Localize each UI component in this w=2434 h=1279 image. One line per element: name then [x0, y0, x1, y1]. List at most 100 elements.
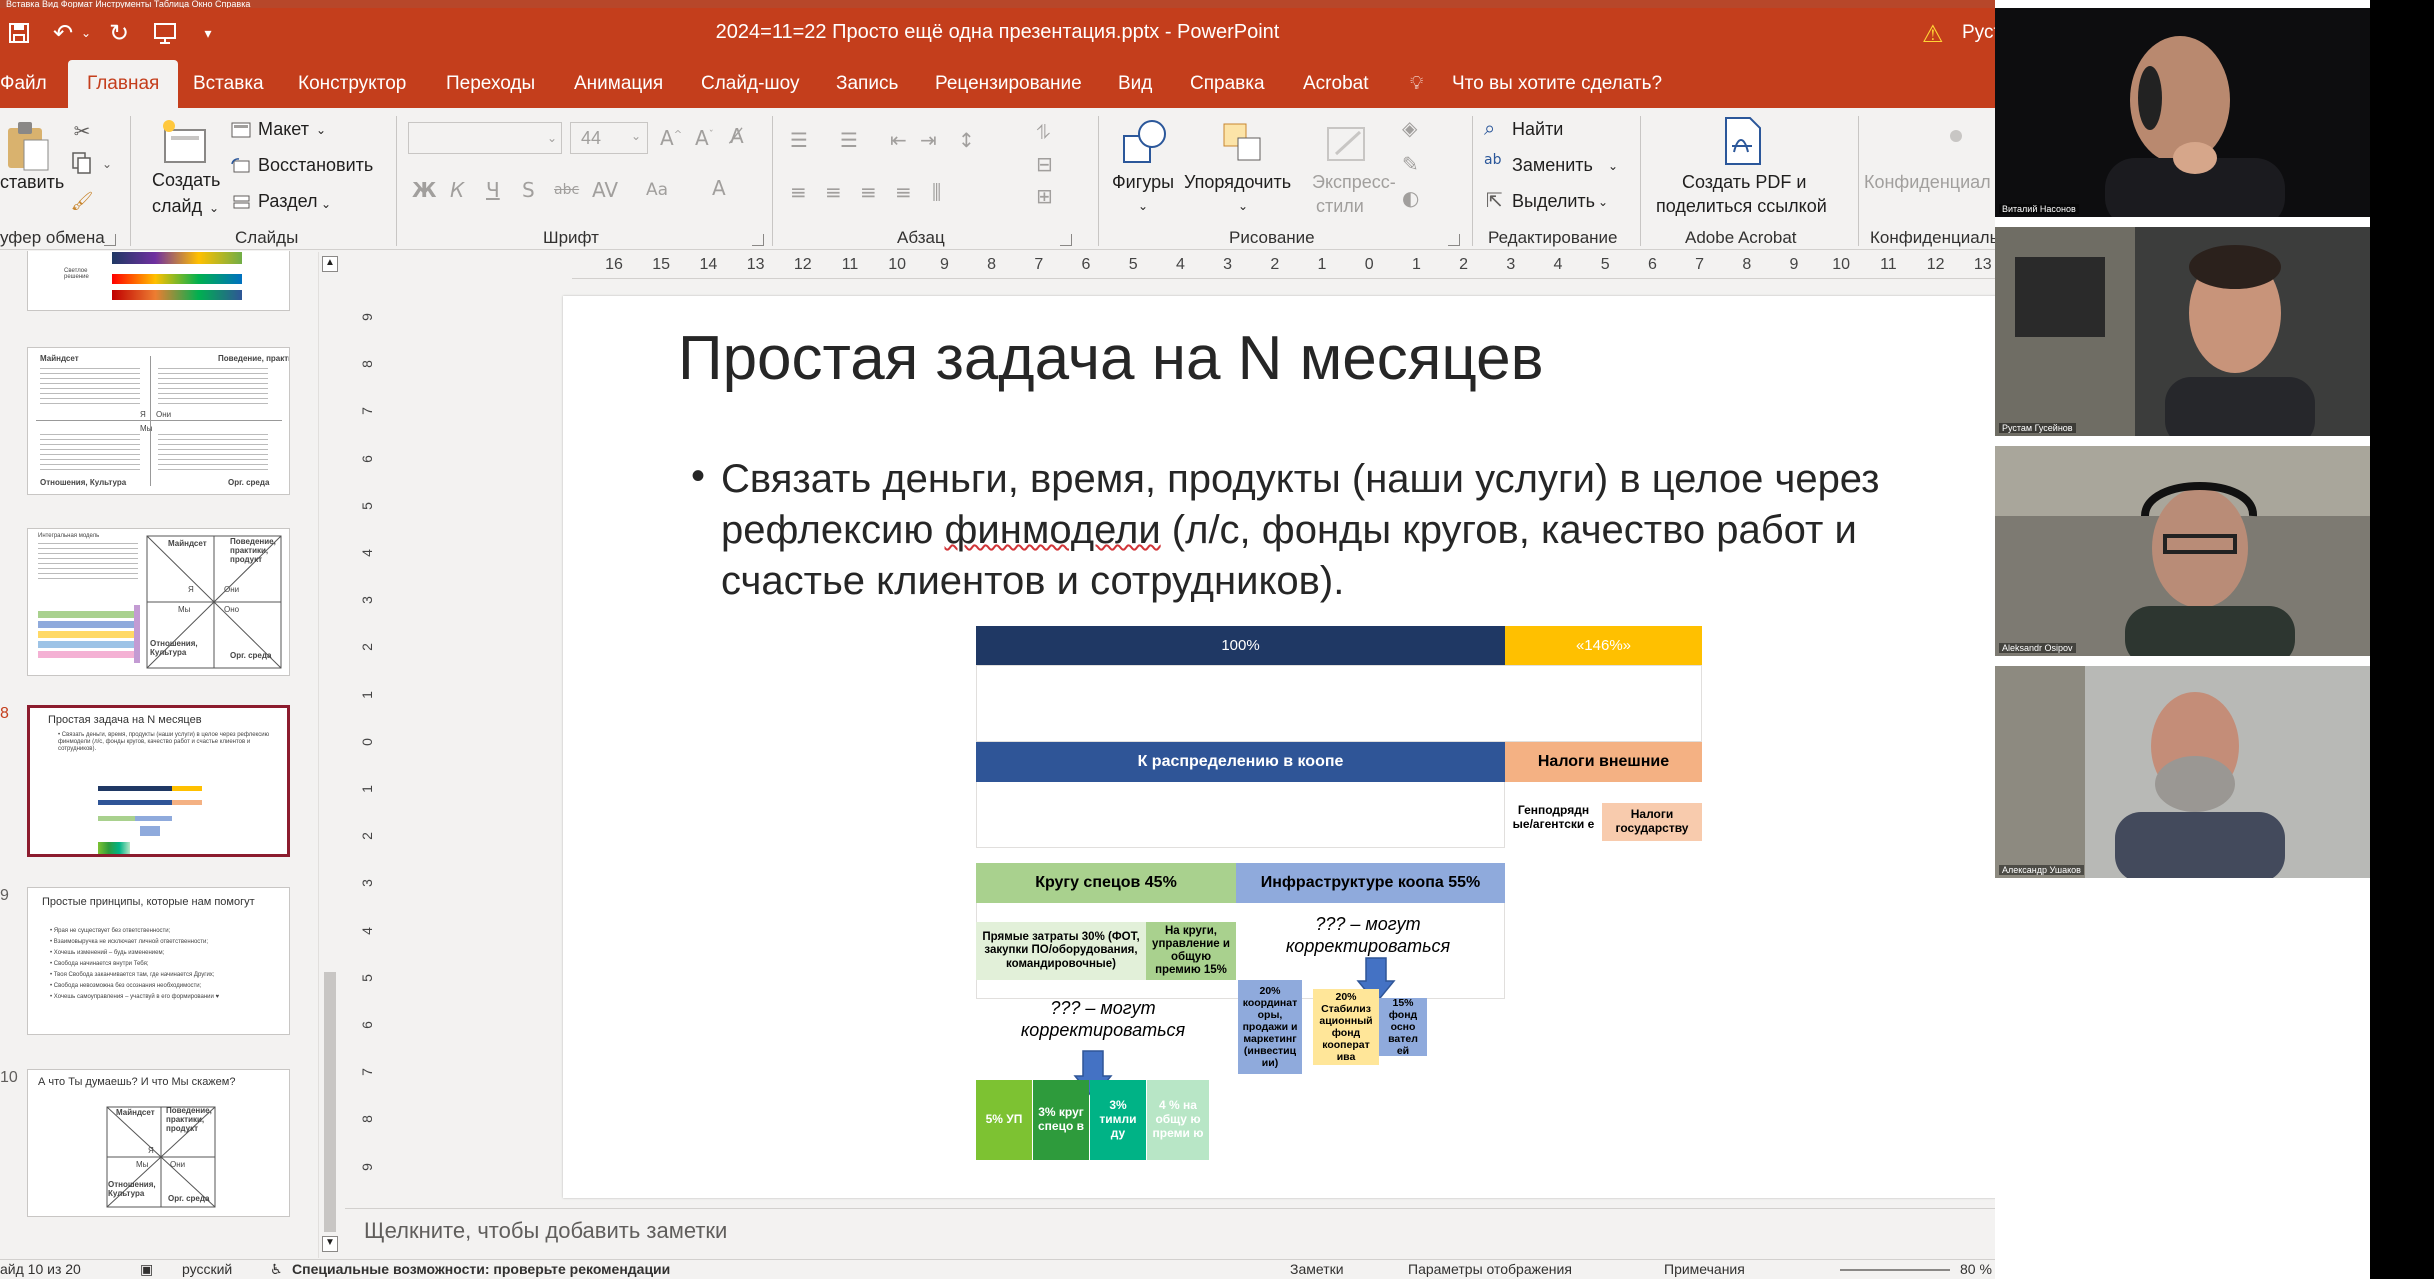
- notes-toggle[interactable]: Заметки: [1290, 1261, 1344, 1277]
- paragraph-launcher-icon[interactable]: [1060, 234, 1072, 246]
- clipboard-launcher-icon[interactable]: [104, 234, 116, 246]
- slide-bullet-text[interactable]: Связать деньги, время, продукты (наши ус…: [687, 454, 1987, 607]
- drawing-launcher-icon[interactable]: [1448, 234, 1460, 246]
- notes-placeholder[interactable]: Щелкните, чтобы добавить заметки: [364, 1218, 727, 1244]
- shape-fill-icon[interactable]: ◈: [1402, 116, 1417, 140]
- font-family-input[interactable]: [408, 122, 562, 154]
- warning-icon[interactable]: ⚠: [1922, 20, 1944, 49]
- tab-insert[interactable]: Вставка: [193, 60, 264, 108]
- scroll-up-icon[interactable]: ▲: [322, 256, 338, 272]
- slide-thumbnail[interactable]: Светлое решение: [27, 251, 290, 311]
- spellcheck-icon[interactable]: ▣: [140, 1261, 153, 1278]
- font-color-icon[interactable]: A: [712, 176, 726, 200]
- tab-transitions[interactable]: Переходы: [446, 60, 535, 108]
- quick-styles-label-2[interactable]: стили: [1316, 196, 1364, 217]
- new-slide-icon[interactable]: [160, 116, 212, 170]
- tab-file[interactable]: Файл: [0, 60, 47, 108]
- zoom-level[interactable]: 80 %: [1960, 1261, 1992, 1277]
- align-right-icon[interactable]: ≡: [860, 180, 877, 204]
- copy-dropdown-icon[interactable]: ⌄: [100, 154, 114, 174]
- new-slide-label-2[interactable]: слайд: [152, 196, 202, 217]
- display-settings[interactable]: Параметры отображения: [1408, 1261, 1572, 1277]
- section-dropdown-icon[interactable]: ⌄: [320, 194, 332, 214]
- tab-animations[interactable]: Анимация: [574, 60, 663, 108]
- arrange-dropdown-icon[interactable]: ⌄: [1236, 198, 1250, 214]
- slide-thumbnail[interactable]: Майндсет Поведение, практики Я Мы Они От…: [27, 347, 290, 495]
- paste-icon[interactable]: [4, 118, 52, 174]
- columns-icon[interactable]: ⫼: [932, 180, 941, 204]
- font-size-dropdown-icon[interactable]: ⌄: [631, 129, 641, 143]
- clear-format-icon[interactable]: A̸: [730, 124, 744, 148]
- italic-icon[interactable]: К: [450, 178, 464, 202]
- slide-canvas[interactable]: Простая задача на N месяцев • Связать де…: [563, 296, 2166, 1198]
- select-dropdown-icon[interactable]: ⌄: [1596, 192, 1610, 212]
- scroll-down-icon[interactable]: ▼: [322, 1236, 338, 1252]
- cut-icon[interactable]: ✂: [68, 118, 96, 144]
- tab-record[interactable]: Запись: [836, 60, 898, 108]
- replace-dropdown-icon[interactable]: ⌄: [1606, 156, 1620, 176]
- replace-button[interactable]: Заменить: [1512, 155, 1593, 176]
- video-tile[interactable]: Aleksandr Osipov: [1995, 446, 2370, 656]
- spacing-icon[interactable]: AV: [592, 178, 618, 202]
- slide-thumbnail[interactable]: А что Ты думаешь? И что Мы скажем? Майнд…: [27, 1069, 290, 1217]
- shape-outline-icon[interactable]: ✎: [1402, 152, 1419, 176]
- align-text-icon[interactable]: ⊟: [1036, 152, 1053, 176]
- quick-styles-icon[interactable]: [1320, 116, 1374, 168]
- layout-dropdown-icon[interactable]: ⌄: [315, 120, 327, 140]
- layout-button[interactable]: Макет: [258, 119, 309, 140]
- font-size-input[interactable]: 44 ⌄: [570, 122, 648, 154]
- line-spacing-icon[interactable]: ↕: [958, 128, 975, 152]
- increase-font-icon[interactable]: A^: [660, 126, 682, 150]
- quick-styles-label-1[interactable]: Экспресс-: [1312, 172, 1396, 193]
- font-family-dropdown-icon[interactable]: ⌄: [544, 126, 560, 150]
- scroll-thumb[interactable]: [324, 972, 336, 1232]
- arrange-button[interactable]: Упорядочить: [1184, 172, 1291, 193]
- arrange-icon[interactable]: [1216, 116, 1268, 168]
- notes-pane[interactable]: Щелкните, чтобы добавить заметки: [345, 1208, 1995, 1258]
- new-slide-label-1[interactable]: Создать: [152, 170, 220, 191]
- change-case-icon[interactable]: Aa: [646, 180, 668, 200]
- video-tile[interactable]: Виталий Насонов: [1995, 8, 2370, 217]
- strikethrough-icon[interactable]: abc: [554, 182, 579, 198]
- select-button[interactable]: Выделить: [1512, 191, 1595, 212]
- spelling-error-word[interactable]: финмодели: [945, 508, 1161, 552]
- align-left-icon[interactable]: ≡: [790, 180, 807, 204]
- reset-button[interactable]: Восстановить: [258, 155, 373, 176]
- decrease-indent-icon[interactable]: ⇤: [890, 128, 907, 152]
- tab-view[interactable]: Вид: [1118, 60, 1152, 108]
- slide-thumbnail-selected[interactable]: Простая задача на N месяцев • Связать де…: [27, 705, 290, 857]
- tab-acrobat[interactable]: Acrobat: [1303, 60, 1368, 108]
- zoom-slider[interactable]: [1840, 1269, 1950, 1271]
- new-slide-dropdown-icon[interactable]: ⌄: [208, 200, 220, 216]
- align-center-icon[interactable]: ≡: [825, 180, 842, 204]
- justify-icon[interactable]: ≡: [895, 180, 912, 204]
- text-direction-icon[interactable]: ⥮: [1036, 120, 1051, 144]
- video-tile[interactable]: Александр Ушаков: [1995, 666, 2370, 878]
- smartart-icon[interactable]: ⊞: [1036, 184, 1053, 208]
- decrease-font-icon[interactable]: Aˇ: [695, 126, 714, 150]
- create-pdf-icon[interactable]: [1718, 114, 1766, 168]
- format-painter-icon[interactable]: 🖌︎: [68, 188, 96, 214]
- tab-slideshow[interactable]: Слайд-шоу: [701, 60, 800, 108]
- section-button[interactable]: Раздел: [258, 191, 318, 212]
- bold-icon[interactable]: Ж: [412, 178, 436, 202]
- video-tile[interactable]: Рустам Гусейнов: [1995, 227, 2370, 436]
- numbering-icon[interactable]: ☰: [840, 128, 858, 152]
- tab-help[interactable]: Справка: [1190, 60, 1265, 108]
- slide-thumbnail[interactable]: Простые принципы, которые нам помогут • …: [27, 887, 290, 1035]
- thumbnails-scrollbar[interactable]: ▲ ▼: [318, 252, 342, 1258]
- create-pdf-label-1[interactable]: Создать PDF и: [1682, 172, 1806, 193]
- shapes-dropdown-icon[interactable]: ⌄: [1136, 198, 1150, 214]
- language-indicator[interactable]: русский: [182, 1261, 232, 1277]
- bullets-icon[interactable]: ☰: [790, 128, 808, 152]
- shadow-icon[interactable]: S: [522, 178, 535, 202]
- increase-indent-icon[interactable]: ⇥: [920, 128, 937, 152]
- tell-me-search[interactable]: Что вы хотите сделать?: [1452, 60, 1662, 108]
- copy-icon[interactable]: [68, 150, 96, 176]
- font-launcher-icon[interactable]: [752, 234, 764, 246]
- shapes-button[interactable]: Фигуры: [1112, 172, 1174, 193]
- sensitivity-button[interactable]: Конфиденциал: [1864, 172, 1991, 193]
- underline-icon[interactable]: Ч: [486, 178, 500, 202]
- paste-button[interactable]: ставить: [0, 172, 64, 193]
- shape-effects-icon[interactable]: ◐: [1402, 186, 1419, 210]
